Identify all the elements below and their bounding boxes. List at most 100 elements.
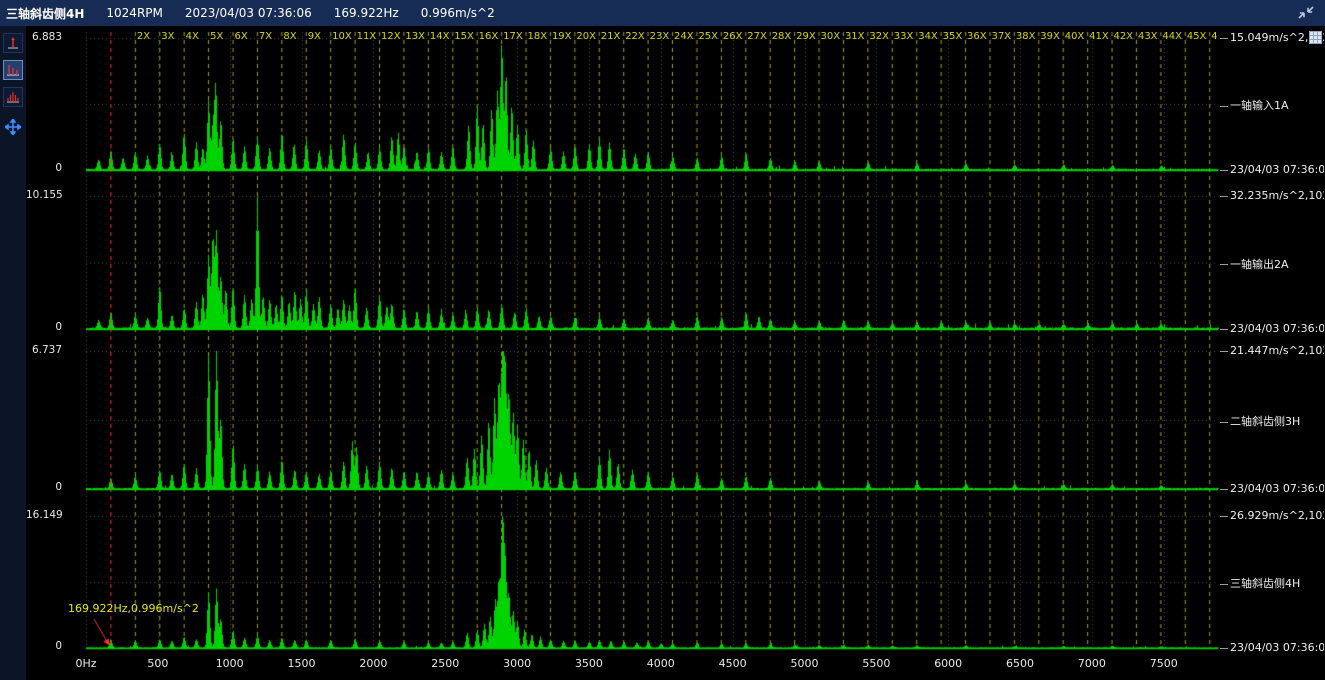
harmonic-order-label: 4 bbox=[1211, 31, 1217, 42]
panel-channel-label: 一轴输出2A bbox=[1220, 256, 1289, 272]
x-axis-tick-label: 4000 bbox=[639, 657, 683, 670]
y-axis-max-label: 16.149 bbox=[26, 509, 62, 521]
y-axis-max-label: 10.155 bbox=[26, 189, 62, 201]
x-axis-tick-label: 0Hz bbox=[64, 657, 108, 670]
harmonic-order-label: 11X bbox=[357, 31, 377, 42]
x-axis-tick-label: 5000 bbox=[783, 657, 827, 670]
x-axis-tick-label: 500 bbox=[136, 657, 180, 670]
harmonic-order-label: 43X bbox=[1138, 31, 1158, 42]
harmonic-order-label: 19X bbox=[552, 31, 572, 42]
panel-timestamp-label: 23/04/03 07:36:06 bbox=[1220, 641, 1324, 654]
harmonic-order-label: 14X bbox=[430, 31, 450, 42]
harmonic-order-label: 5X bbox=[210, 31, 223, 42]
harmonic-order-label: 3X bbox=[161, 31, 174, 42]
harmonic-cursor-tool[interactable] bbox=[3, 60, 23, 80]
y-axis-max-label: 6.737 bbox=[26, 344, 62, 356]
tool-sidebar bbox=[0, 26, 26, 680]
y-axis-zero-label: 0 bbox=[26, 640, 62, 652]
harmonic-order-label: 9X bbox=[308, 31, 321, 42]
harmonic-order-label: 12X bbox=[381, 31, 401, 42]
cursor-annotation: 169.922Hz,0.996m/s^2 bbox=[68, 602, 199, 615]
harmonic-order-label: 22X bbox=[625, 31, 645, 42]
harmonic-order-label: 18X bbox=[528, 31, 548, 42]
axis-tick bbox=[1220, 329, 1228, 330]
harmonic-order-label: 28X bbox=[772, 31, 792, 42]
cursor-amplitude-readout: 0.996m/s^2 bbox=[421, 6, 495, 20]
x-axis-tick-label: 6500 bbox=[998, 657, 1042, 670]
harmonic-order-label: 6X bbox=[235, 31, 248, 42]
panel-peak-label: 26.929m/s^2,1024RP bbox=[1220, 509, 1324, 522]
x-axis-tick-label: 2500 bbox=[423, 657, 467, 670]
harmonic-order-label: 30X bbox=[821, 31, 841, 42]
harmonic-order-label: 44X bbox=[1162, 31, 1182, 42]
harmonic-order-label: 26X bbox=[723, 31, 743, 42]
axis-tick bbox=[1220, 648, 1228, 649]
harmonic-order-label: 4X bbox=[186, 31, 199, 42]
y-axis-zero-label: 0 bbox=[26, 162, 62, 174]
harmonic-order-label: 40X bbox=[1065, 31, 1085, 42]
data-table-icon[interactable] bbox=[1309, 29, 1322, 42]
harmonic-order-label: 39X bbox=[1040, 31, 1060, 42]
x-axis-tick-label: 1500 bbox=[280, 657, 324, 670]
x-axis-tick-label: 3500 bbox=[567, 657, 611, 670]
harmonic-order-label: 2X bbox=[137, 31, 150, 42]
harmonic-order-label: 37X bbox=[991, 31, 1011, 42]
y-axis-zero-label: 0 bbox=[26, 481, 62, 493]
harmonic-order-label: 27X bbox=[747, 31, 767, 42]
restore-window-icon[interactable] bbox=[1295, 4, 1317, 22]
harmonic-order-label: 42X bbox=[1114, 31, 1134, 42]
harmonic-order-label: 25X bbox=[698, 31, 718, 42]
harmonic-order-label: 24X bbox=[674, 31, 694, 42]
harmonic-order-label: 15X bbox=[454, 31, 474, 42]
rpm-readout: 1024RPM bbox=[106, 6, 162, 20]
harmonic-order-label: 17X bbox=[503, 31, 523, 42]
harmonic-order-label: 36X bbox=[967, 31, 987, 42]
x-axis-tick-label: 4500 bbox=[711, 657, 755, 670]
axis-tick bbox=[1220, 351, 1228, 352]
axis-tick bbox=[1220, 489, 1228, 490]
axis-tick bbox=[1220, 106, 1228, 107]
harmonic-order-label: 33X bbox=[894, 31, 914, 42]
panel-peak-label: 32.235m/s^2,1024RP bbox=[1220, 189, 1324, 202]
harmonic-order-label: 10X bbox=[332, 31, 352, 42]
harmonic-order-label: 35X bbox=[943, 31, 963, 42]
plot-area: 2X 3X 4X 5X 6X 7X 8X 9X 10X 11X 12X 13X 14X 15X 16X 17X… bbox=[26, 26, 1325, 680]
panel-timestamp-label: 23/04/03 07:36:06 bbox=[1220, 322, 1324, 335]
harmonic-label-row: 2X 3X 4X 5X 6X 7X 8X 9X 10X 11X 12X 13X 14X 15X 16X 17X… bbox=[64, 31, 1220, 44]
harmonic-order-label: 41X bbox=[1089, 31, 1109, 42]
panel-timestamp-label: 23/04/03 07:36:06 bbox=[1220, 163, 1324, 176]
harmonic-order-label: 13X bbox=[405, 31, 425, 42]
panel-channel-label: 一轴输入1A bbox=[1220, 97, 1289, 113]
title-bar: 三轴斜齿侧4H 1024RPM 2023/04/03 07:36:06 169.… bbox=[0, 0, 1325, 26]
harmonic-order-label: 16X bbox=[479, 31, 499, 42]
axis-tick bbox=[1220, 196, 1228, 197]
axis-tick bbox=[1220, 264, 1228, 265]
harmonic-order-label: 20X bbox=[576, 31, 596, 42]
panel-channel-label: 二轴斜齿侧3H bbox=[1220, 413, 1300, 429]
harmonic-order-label: 32X bbox=[869, 31, 889, 42]
x-axis-tick-label: 5500 bbox=[854, 657, 898, 670]
x-axis-tick-label: 1000 bbox=[208, 657, 252, 670]
x-axis-tick-label: 3000 bbox=[495, 657, 539, 670]
axis-tick bbox=[1220, 170, 1228, 171]
panel-peak-label: 21.447m/s^2,1024RP bbox=[1220, 344, 1324, 357]
y-axis-zero-label: 0 bbox=[26, 321, 62, 333]
harmonic-order-label: 38X bbox=[1016, 31, 1036, 42]
spectrum-plot-canvas[interactable] bbox=[64, 26, 1220, 680]
axis-tick bbox=[1220, 38, 1228, 39]
cursor-frequency-readout: 169.922Hz bbox=[334, 6, 399, 20]
single-cursor-tool[interactable] bbox=[3, 33, 23, 53]
sideband-cursor-tool[interactable] bbox=[3, 87, 23, 107]
y-axis-max-label: 6.883 bbox=[26, 31, 62, 43]
harmonic-order-label: 8X bbox=[283, 31, 296, 42]
harmonic-order-label: 7X bbox=[259, 31, 272, 42]
harmonic-order-label: 34X bbox=[918, 31, 938, 42]
x-axis-tick-label: 7000 bbox=[1070, 657, 1114, 670]
panel-timestamp-label: 23/04/03 07:36:06 bbox=[1220, 482, 1324, 495]
harmonic-order-label: 45X bbox=[1187, 31, 1207, 42]
measurement-point-title: 三轴斜齿侧4H bbox=[6, 5, 84, 22]
pan-tool[interactable] bbox=[3, 117, 23, 137]
x-axis-tick-label: 6000 bbox=[926, 657, 970, 670]
harmonic-order-label: 23X bbox=[650, 31, 670, 42]
panel-channel-label: 三轴斜齿侧4H bbox=[1220, 575, 1300, 591]
